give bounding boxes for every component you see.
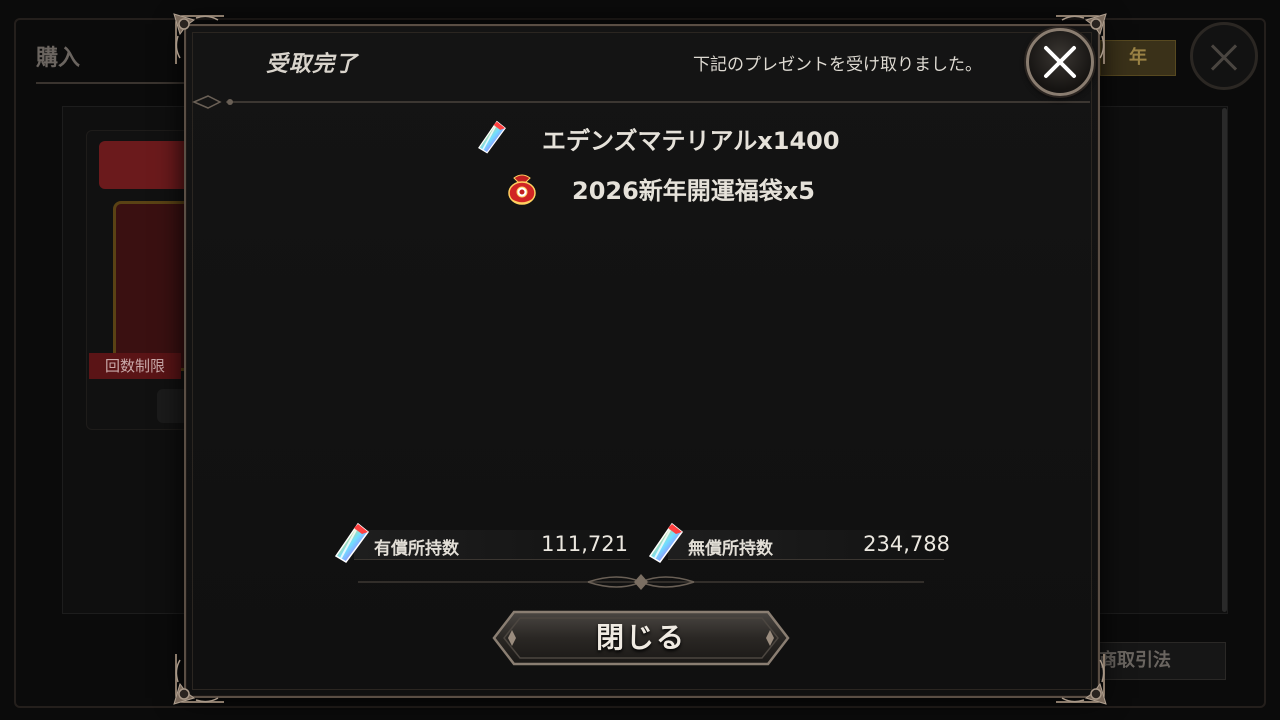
crystal-icon	[332, 522, 372, 566]
dialog-message: 下記のプレゼントを受け取りました。	[693, 55, 982, 75]
lucky-bag-icon	[508, 174, 536, 205]
close-button[interactable]: 閉じる	[492, 608, 790, 668]
paid-currency-label: 有償所持数	[374, 539, 459, 559]
background-close-icon[interactable]	[1190, 22, 1258, 90]
crystal-icon	[646, 522, 686, 566]
dialog-close-button[interactable]	[1026, 28, 1094, 96]
reward-item: 2026新年開運福袋x5	[504, 170, 815, 206]
ornamental-divider	[358, 574, 924, 590]
background-scrollbar[interactable]	[1222, 108, 1227, 612]
reward-item: エデンズマテリアルx1400	[474, 120, 840, 156]
title-divider	[192, 95, 1090, 109]
paid-currency-row: 有償所持数 111,721	[332, 522, 632, 566]
free-currency-value: 234,788	[863, 532, 950, 556]
stock-limit-label: 回数制限	[104, 357, 165, 375]
stock-limit-badge: 回数制限	[89, 353, 181, 379]
background-tab[interactable]: 年	[1100, 40, 1176, 76]
close-icon	[1044, 46, 1076, 78]
corner-ornament-icon	[172, 650, 228, 706]
background-title: 購入	[36, 46, 81, 71]
corner-ornament-icon	[1052, 650, 1108, 706]
free-currency-row: 無償所持数 234,788	[646, 522, 952, 566]
reward-label: エデンズマテリアルx1400	[542, 126, 840, 155]
crystal-icon	[474, 120, 510, 156]
close-button-label: 閉じる	[595, 621, 686, 654]
free-currency-label: 無償所持数	[688, 539, 773, 559]
background-title-underline	[36, 82, 196, 84]
paid-currency-value: 111,721	[541, 532, 628, 556]
reward-label: 2026新年開運福袋x5	[572, 176, 815, 205]
corner-ornament-icon	[172, 12, 228, 68]
dialog-title: 受取完了	[266, 52, 359, 77]
